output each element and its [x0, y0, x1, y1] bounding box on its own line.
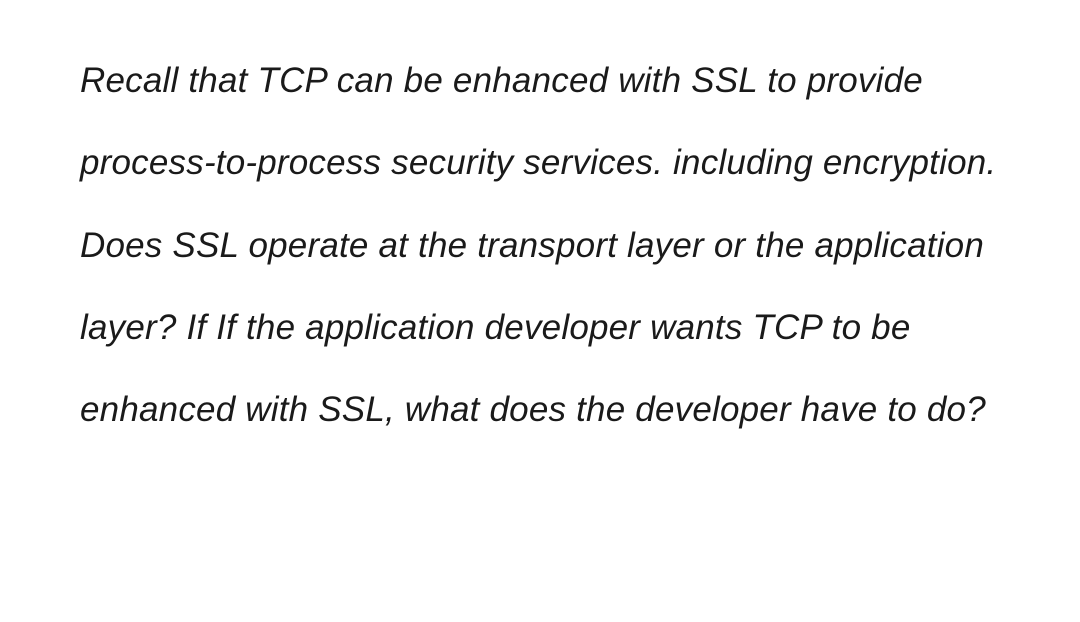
- question-paragraph: Recall that TCP can be enhanced with SSL…: [80, 40, 1000, 451]
